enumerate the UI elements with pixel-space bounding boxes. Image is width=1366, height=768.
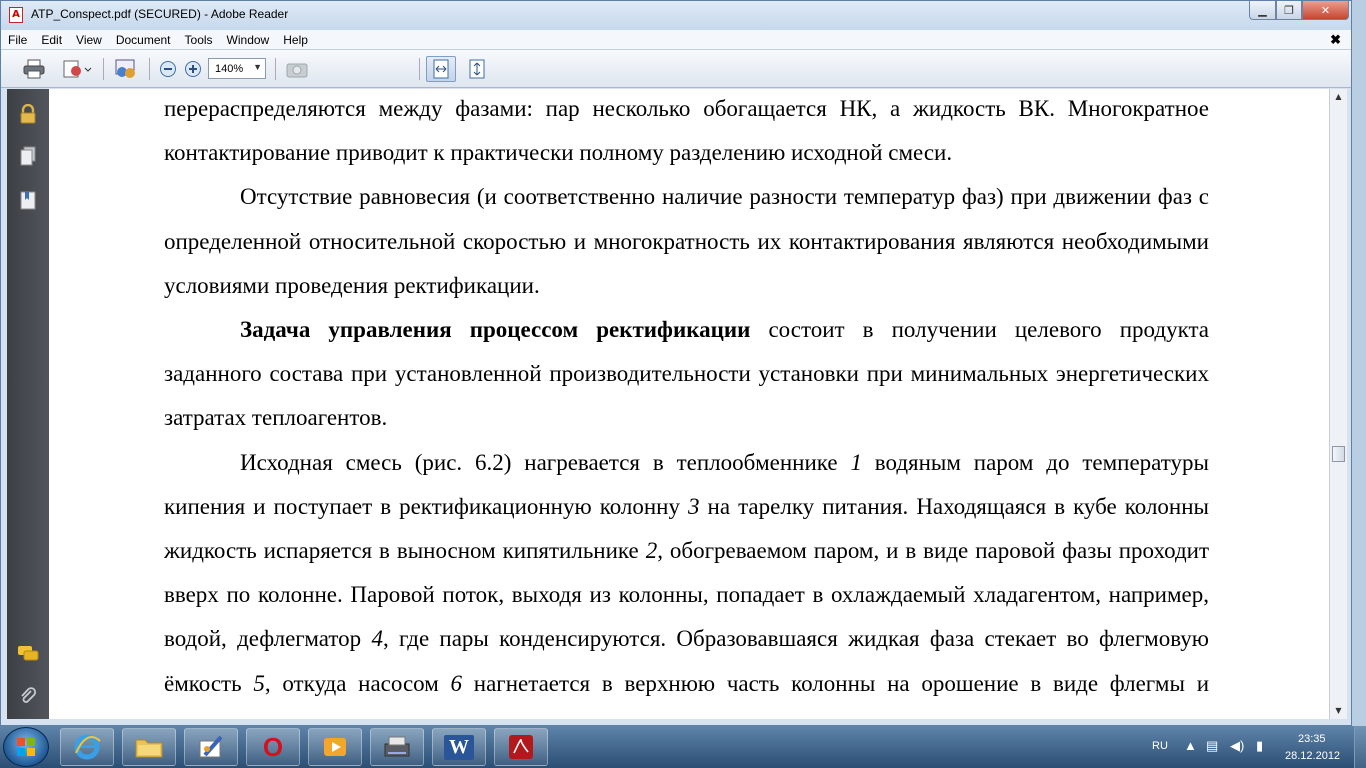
zoom-level-input[interactable]: 140% ▼ xyxy=(208,58,266,79)
scanner-icon xyxy=(384,736,410,757)
toolbar-separator xyxy=(103,58,104,80)
item-number: 5 xyxy=(253,670,265,696)
taskbar-word[interactable]: W xyxy=(432,728,486,766)
navigation-pane xyxy=(7,89,49,719)
zoom-in-button[interactable] xyxy=(182,56,204,82)
menu-bar: File Edit View Document Tools Window Hel… xyxy=(1,30,1351,50)
paragraph-text: Исходная смесь (рис. 6.2) нагревается в … xyxy=(240,449,851,475)
toolbar-separator xyxy=(275,58,276,80)
close-document-button[interactable]: ✖ xyxy=(1330,32,1341,48)
battery-icon[interactable]: ▮ xyxy=(1256,738,1263,754)
clock-time[interactable]: 23:35 xyxy=(1298,733,1326,745)
maximize-button[interactable]: ❐ xyxy=(1276,1,1302,20)
menu-file[interactable]: File xyxy=(1,33,34,47)
paint-icon xyxy=(199,735,223,758)
zoom-level-value: 140% xyxy=(215,62,244,75)
attachments-icon[interactable] xyxy=(17,685,39,707)
print-icon xyxy=(23,59,45,79)
minimize-icon: ▁ xyxy=(1258,3,1267,17)
item-number: 6 xyxy=(450,670,463,696)
bold-heading-text: Задача управления процессом ректификации xyxy=(240,317,751,343)
item-number: 2 xyxy=(645,538,658,564)
adobe-reader-icon xyxy=(509,735,533,759)
adobe-reader-window: A ATP_Conspect.pdf (SECURED) - Adobe Rea… xyxy=(0,0,1352,726)
zoom-out-button[interactable] xyxy=(157,56,179,82)
fit-page-icon xyxy=(469,59,485,79)
menu-view[interactable]: View xyxy=(69,33,109,47)
show-hidden-icons-icon[interactable]: ▲ xyxy=(1184,738,1197,753)
start-button[interactable] xyxy=(3,727,49,767)
scroll-thumb[interactable] xyxy=(1332,446,1345,462)
window-title: ATP_Conspect.pdf (SECURED) - Adobe Reade… xyxy=(31,7,289,21)
pages-icon[interactable] xyxy=(17,145,39,167)
fit-width-icon xyxy=(433,59,449,79)
taskbar-media-player[interactable] xyxy=(308,728,362,766)
internet-explorer-icon xyxy=(74,734,101,760)
toolbar xyxy=(1,50,1351,88)
taskbar-internet-explorer[interactable] xyxy=(60,728,114,766)
item-number: 3 xyxy=(688,493,700,519)
clock-date[interactable]: 28.12.2012 xyxy=(1285,750,1340,762)
close-button[interactable]: ✕ xyxy=(1302,1,1349,20)
minimize-button[interactable]: ▁ xyxy=(1249,1,1276,20)
scroll-down-arrow-icon[interactable]: ▼ xyxy=(1330,703,1347,719)
print-button[interactable] xyxy=(19,56,49,82)
taskbar-file-explorer[interactable] xyxy=(122,728,176,766)
bookmarks-icon[interactable] xyxy=(17,189,39,211)
volume-icon[interactable]: ◀) xyxy=(1230,738,1244,754)
snapshot-button[interactable] xyxy=(283,56,311,82)
share-icon xyxy=(63,60,92,78)
pdf-app-icon: A xyxy=(9,7,23,23)
menu-window[interactable]: Window xyxy=(220,33,277,47)
taskbar-scanner[interactable] xyxy=(370,728,424,766)
paragraph: Задача управления процессом ректификации… xyxy=(164,308,1209,441)
zoom-in-icon xyxy=(185,61,201,77)
window-controls: ▁ ❐ ✕ xyxy=(1249,1,1349,21)
item-number: 4 xyxy=(371,626,383,652)
chevron-down-icon[interactable]: ▼ xyxy=(253,62,262,72)
title-bar[interactable]: A ATP_Conspect.pdf (SECURED) - Adobe Rea… xyxy=(1,1,1351,30)
page-content: перераспределяются между фазами: пар нес… xyxy=(164,89,1209,719)
collaborate-button[interactable] xyxy=(111,56,141,82)
lock-icon[interactable] xyxy=(17,103,39,125)
windows-logo-icon xyxy=(17,738,35,756)
menu-edit[interactable]: Edit xyxy=(34,33,69,47)
paragraph: Исходная смесь (рис. 6.2) нагревается в … xyxy=(164,441,1209,719)
share-button[interactable] xyxy=(57,56,97,82)
taskbar-opera[interactable]: O xyxy=(246,728,300,766)
paragraph: перераспределяются между фазами: пар нес… xyxy=(164,96,1209,166)
toolbar-separator xyxy=(149,58,150,80)
scroll-up-arrow-icon[interactable]: ▲ xyxy=(1330,89,1347,105)
fit-page-button[interactable] xyxy=(462,56,492,82)
taskbar-adobe-reader[interactable] xyxy=(494,728,548,766)
word-icon: W xyxy=(444,734,474,760)
network-icon[interactable]: ▤ xyxy=(1206,738,1218,754)
paragraph-text: , откуда насосом xyxy=(264,670,451,696)
zoom-out-icon xyxy=(160,61,176,77)
folder-icon xyxy=(135,739,163,758)
fit-width-button[interactable] xyxy=(426,56,456,82)
restore-icon: ❐ xyxy=(1284,3,1294,17)
vertical-scrollbar[interactable]: ▲ ▼ xyxy=(1329,89,1347,719)
show-desktop-button[interactable] xyxy=(1354,726,1366,768)
menu-tools[interactable]: Tools xyxy=(178,33,220,47)
keyboard-language[interactable]: RU xyxy=(1152,740,1168,752)
paragraph: Отсутствие равновесия (и соответственно … xyxy=(164,184,1209,298)
comments-icon[interactable] xyxy=(17,643,39,665)
menu-help[interactable]: Help xyxy=(276,33,315,47)
taskbar-paint[interactable] xyxy=(184,728,238,766)
menu-document[interactable]: Document xyxy=(109,33,178,47)
taskbar: O W RU ▲ ▤ ◀) ▮ 23:35 28.12.2012 xyxy=(0,726,1366,768)
opera-icon: O xyxy=(262,731,284,762)
snapshot-icon xyxy=(286,63,308,78)
item-number: 1 xyxy=(850,449,862,475)
system-tray: RU ▲ ▤ ◀) ▮ 23:35 28.12.2012 xyxy=(1148,726,1366,768)
media-player-icon xyxy=(324,738,346,756)
close-icon: ✕ xyxy=(1320,3,1331,17)
document-view[interactable]: перераспределяются между фазами: пар нес… xyxy=(49,89,1329,719)
toolbar-separator xyxy=(419,58,420,80)
collaborate-icon xyxy=(115,59,135,78)
